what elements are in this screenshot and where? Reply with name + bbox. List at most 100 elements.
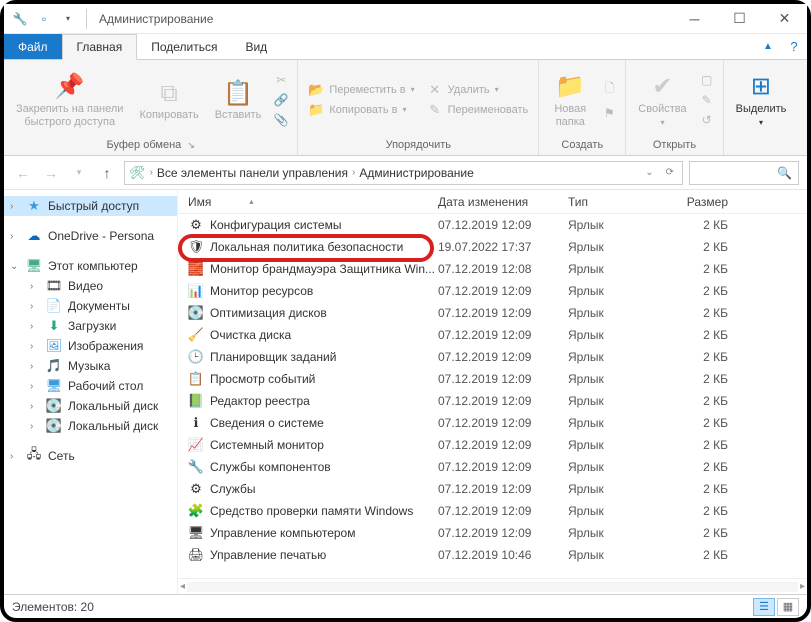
nav-desktop[interactable]: ›🖥Рабочий стол <box>4 376 177 396</box>
nav-onedrive[interactable]: ›☁OneDrive - Persona <box>4 226 177 246</box>
column-header-size[interactable]: Размер <box>668 195 748 209</box>
close-button[interactable]: ✕ <box>762 4 807 34</box>
breadcrumb-root[interactable]: Все элементы панели управления <box>157 166 348 180</box>
chevron-right-icon[interactable]: › <box>10 451 13 462</box>
pin-button[interactable]: 📌Закрепить на панели быстрого доступа <box>10 69 129 131</box>
nav-documents[interactable]: ›📄Документы <box>4 296 177 316</box>
refresh-icon[interactable]: ⟳ <box>662 167 678 178</box>
chevron-right-icon[interactable]: › <box>30 401 33 412</box>
edit-icon[interactable]: ✎ <box>699 93 715 107</box>
new-item-icon[interactable]: 🗋 <box>601 79 617 100</box>
table-row[interactable]: 🖥Управление компьютером07.12.2019 12:09Я… <box>178 522 807 544</box>
paste-shortcut-icon[interactable]: 📎 <box>273 113 289 127</box>
tab-file[interactable]: Файл <box>4 34 62 59</box>
forward-button[interactable]: → <box>40 162 62 184</box>
table-row[interactable]: 🧱Монитор брандмауэра Защитника Win...07.… <box>178 258 807 280</box>
nav-pictures[interactable]: ›🖼Изображения <box>4 336 177 356</box>
chevron-right-icon[interactable]: › <box>30 321 33 332</box>
table-row[interactable]: 🖨Управление печатью07.12.2019 10:46Ярлык… <box>178 544 807 566</box>
open-icon[interactable]: ▢ <box>699 73 715 87</box>
address-dropdown-icon[interactable]: ⌄ <box>641 167 657 178</box>
new-folder-button[interactable]: 📁Новая папка <box>545 69 595 131</box>
table-row[interactable]: ⚙Конфигурация системы07.12.2019 12:09Ярл… <box>178 214 807 236</box>
breadcrumb[interactable]: 🛠 › Все элементы панели управления › Адм… <box>124 161 683 185</box>
select-button[interactable]: ⊞Выделить▾ <box>730 69 793 131</box>
chevron-right-icon[interactable]: › <box>30 421 33 432</box>
horizontal-scrollbar[interactable]: ◂▸ <box>178 578 807 594</box>
maximize-button[interactable]: ☐ <box>717 4 762 34</box>
nav-videos[interactable]: ›🎞Видео <box>4 276 177 296</box>
file-name: Системный монитор <box>210 438 324 452</box>
tab-view[interactable]: Вид <box>231 34 281 59</box>
table-row[interactable]: 📈Системный монитор07.12.2019 12:09Ярлык2… <box>178 434 807 456</box>
qat-dropdown-icon[interactable]: ▾ <box>58 9 78 29</box>
file-date: 07.12.2019 12:09 <box>438 284 568 298</box>
chevron-right-icon[interactable]: › <box>30 301 33 312</box>
file-icon: 🧱 <box>188 261 204 277</box>
recent-dropdown-icon[interactable]: ▾ <box>68 162 90 184</box>
chevron-right-icon[interactable]: › <box>30 361 33 372</box>
table-row[interactable]: 🧹Очистка диска07.12.2019 12:09Ярлык2 КБ <box>178 324 807 346</box>
breadcrumb-current[interactable]: Администрирование <box>359 166 473 180</box>
table-row[interactable]: 📊Монитор ресурсов07.12.2019 12:09Ярлык2 … <box>178 280 807 302</box>
rename-button[interactable]: ✎Переименовать <box>423 101 533 119</box>
nav-local-disk[interactable]: ›💽Локальный диск <box>4 416 177 436</box>
table-row[interactable]: 🛡Локальная политика безопасности19.07.20… <box>178 236 807 258</box>
table-row[interactable]: ℹСведения о системе07.12.2019 12:09Ярлык… <box>178 412 807 434</box>
navigation-pane[interactable]: ›★Быстрый доступ ›☁OneDrive - Persona ⌄🖥… <box>4 190 178 594</box>
cut-icon[interactable]: ✂ <box>273 73 289 87</box>
search-input[interactable]: 🔍 <box>689 161 799 185</box>
nav-local-disk[interactable]: ›💽Локальный диск <box>4 396 177 416</box>
details-view-button[interactable]: ☰ <box>753 598 775 616</box>
table-row[interactable]: 🕒Планировщик заданий07.12.2019 12:09Ярлы… <box>178 346 807 368</box>
column-header-type[interactable]: Тип <box>568 195 668 209</box>
copy-to-button[interactable]: 📁Копировать в ▾ <box>304 101 418 119</box>
expander-icon[interactable]: ↘ <box>187 140 195 151</box>
table-row[interactable]: 📋Просмотр событий07.12.2019 12:09Ярлык2 … <box>178 368 807 390</box>
table-row[interactable]: 🧩Средство проверки памяти Windows07.12.2… <box>178 500 807 522</box>
tab-home[interactable]: Главная <box>62 34 138 60</box>
properties-icon[interactable]: 🔧 <box>10 9 30 29</box>
collapse-ribbon-icon[interactable]: ▲ <box>755 34 781 59</box>
file-type: Ярлык <box>568 240 668 254</box>
chevron-right-icon[interactable]: › <box>30 381 33 392</box>
column-header-name[interactable]: Имя▴ <box>178 195 438 209</box>
file-name: Средство проверки памяти Windows <box>210 504 413 518</box>
table-row[interactable]: ⚙Службы07.12.2019 12:09Ярлык2 КБ <box>178 478 807 500</box>
up-button[interactable]: ↑ <box>96 162 118 184</box>
chevron-right-icon[interactable]: › <box>30 341 33 352</box>
history-icon[interactable]: ↺ <box>699 113 715 127</box>
chevron-right-icon[interactable]: › <box>10 201 13 212</box>
back-button[interactable]: ← <box>12 162 34 184</box>
copy-button[interactable]: ⧉Копировать <box>133 75 204 124</box>
folder-icon: 📁 <box>555 71 585 103</box>
paste-button[interactable]: 📋Вставить <box>209 75 268 124</box>
chevron-right-icon[interactable]: › <box>150 167 153 178</box>
help-icon[interactable]: ? <box>781 34 807 59</box>
chevron-right-icon[interactable]: › <box>352 167 355 178</box>
move-to-button[interactable]: 📂Переместить в ▾ <box>304 81 418 99</box>
nav-music[interactable]: ›🎵Музыка <box>4 356 177 376</box>
table-row[interactable]: 🔧Службы компонентов07.12.2019 12:09Ярлык… <box>178 456 807 478</box>
chevron-down-icon[interactable]: ⌄ <box>10 261 18 272</box>
properties-button[interactable]: ✔Свойства▾ <box>632 69 692 131</box>
minimize-button[interactable]: ─ <box>672 4 717 34</box>
column-header-date[interactable]: Дата изменения <box>438 195 568 209</box>
easy-access-icon[interactable]: ⚑ <box>601 106 617 120</box>
table-row[interactable]: 💽Оптимизация дисков07.12.2019 12:09Ярлык… <box>178 302 807 324</box>
table-row[interactable]: 📗Редактор реестра07.12.2019 12:09Ярлык2 … <box>178 390 807 412</box>
file-date: 07.12.2019 12:09 <box>438 460 568 474</box>
chevron-right-icon[interactable]: › <box>10 231 13 242</box>
file-date: 07.12.2019 12:09 <box>438 504 568 518</box>
checkbox-icon[interactable]: ▫ <box>34 9 54 29</box>
tab-share[interactable]: Поделиться <box>137 34 231 59</box>
chevron-right-icon[interactable]: › <box>30 281 33 292</box>
nav-network[interactable]: ›🖧Сеть <box>4 446 177 466</box>
copy-path-icon[interactable]: 🔗 <box>273 93 289 107</box>
thumbnails-view-button[interactable]: ▦ <box>777 598 799 616</box>
ribbon-group-select: ⊞Выделить▾ <box>724 60 799 155</box>
nav-downloads[interactable]: ›⬇Загрузки <box>4 316 177 336</box>
nav-this-pc[interactable]: ⌄🖥Этот компьютер <box>4 256 177 276</box>
delete-button[interactable]: ✕Удалить ▾ <box>423 81 533 99</box>
nav-quick-access[interactable]: ›★Быстрый доступ <box>4 196 177 216</box>
